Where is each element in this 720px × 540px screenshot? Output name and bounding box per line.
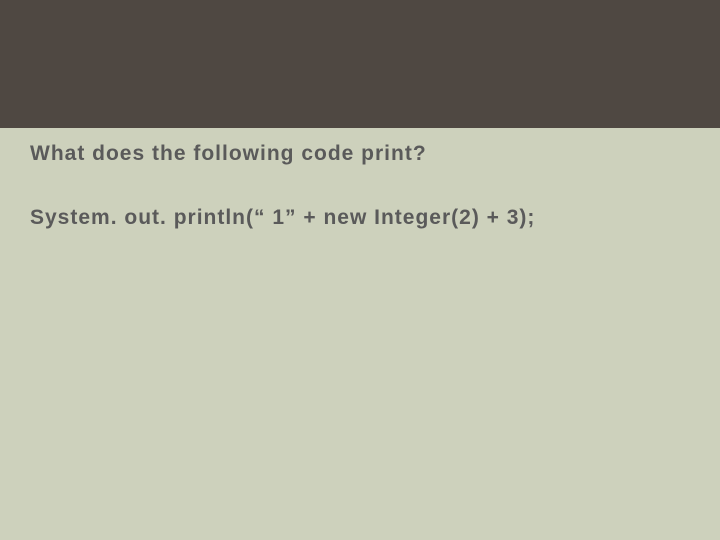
title-bar <box>0 0 720 128</box>
code-line: System. out. println(“ 1” + new Integer(… <box>30 206 690 230</box>
slide: What does the following code print? Syst… <box>0 0 720 540</box>
question-text: What does the following code print? <box>30 142 690 166</box>
slide-content: What does the following code print? Syst… <box>0 128 720 230</box>
